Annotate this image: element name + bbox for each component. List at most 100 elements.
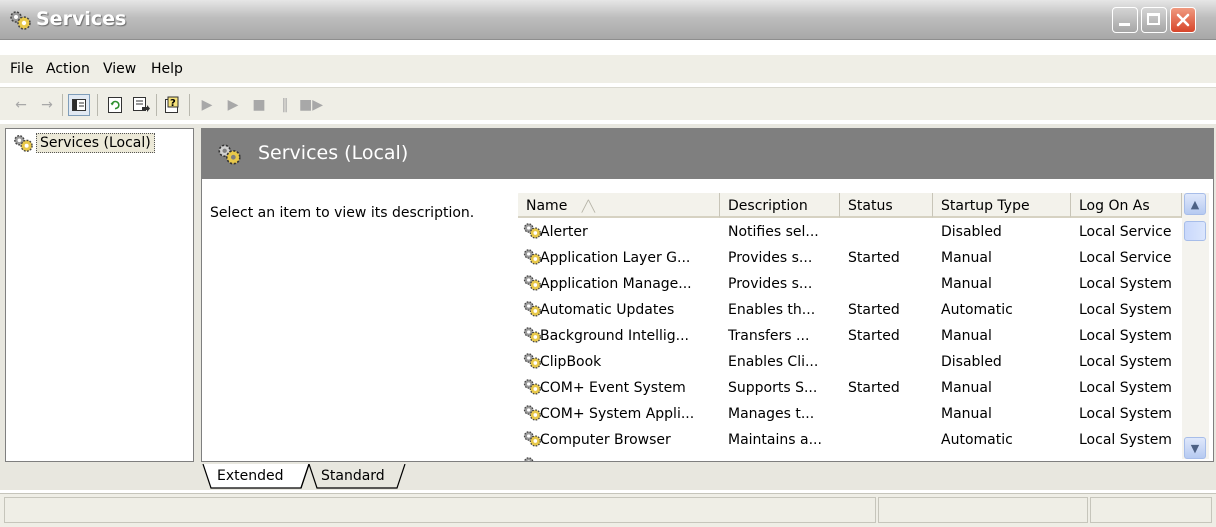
- restart-service-icon[interactable]: ■▶: [299, 94, 323, 116]
- cell-status: Started: [848, 380, 900, 396]
- window-title: Services: [36, 8, 127, 30]
- start-service-icon[interactable]: ▶: [196, 94, 218, 116]
- table-row[interactable]: COM+ System Appli... Manages t... Manual Lo…: [518, 402, 1178, 428]
- table-row[interactable]: Application Manage... Provides s... Manual…: [518, 272, 1178, 298]
- cell-startup-type: Manual: [941, 250, 992, 266]
- maximize-icon: [1147, 13, 1160, 25]
- menu-action[interactable]: Action: [46, 61, 90, 77]
- details-pane: Services (Local) Select an item to view …: [201, 128, 1214, 462]
- stop-service-icon[interactable]: ■: [248, 94, 270, 116]
- sort-ascending-icon: ╱╲: [581, 200, 596, 213]
- cell-startup-type: Manual: [941, 406, 992, 422]
- cell-log-on-as: Local System: [1079, 328, 1172, 344]
- scroll-up-icon[interactable]: ▲: [1184, 193, 1206, 215]
- status-segment: [878, 497, 1088, 523]
- services-list[interactable]: Name ╱╲ Description Status Startup Type …: [518, 185, 1212, 461]
- table-row[interactable]: Computer Browser Maintains a... Automatic L…: [518, 428, 1178, 454]
- cell-description: Provides s...: [728, 276, 813, 292]
- table-row[interactable]: Alerter Notifies sel... Disabled Local Serv…: [518, 220, 1178, 246]
- cell-name: Automatic Updates: [540, 302, 675, 318]
- column-header-description[interactable]: Description: [720, 193, 840, 218]
- description-text: Select an item to view its description.: [210, 205, 475, 221]
- start-service-alt-icon[interactable]: ▶: [222, 94, 244, 116]
- back-icon[interactable]: ←: [10, 94, 32, 116]
- table-row[interactable]: Background Intellig... Transfers ... Start…: [518, 324, 1178, 350]
- table-row[interactable]: ClipBook Enables Cli... Disabled Local Syst…: [518, 350, 1178, 376]
- cell-status: Started: [848, 328, 900, 344]
- toolbar: ← → ? ▶ ▶ ■ ‖ ■▶: [0, 87, 1216, 120]
- cell-log-on-as: Local System: [1079, 276, 1172, 292]
- tab-standard[interactable]: Standard: [321, 464, 385, 488]
- cell-startup-type: Manual: [941, 380, 992, 396]
- cell-name: Application Manage...: [540, 276, 692, 292]
- help-icon[interactable]: ?: [163, 94, 185, 116]
- table-row-partial[interactable]: [518, 454, 1178, 461]
- close-button[interactable]: [1170, 7, 1196, 33]
- cell-startup-type: Manual: [941, 328, 992, 344]
- svg-text:?: ?: [170, 98, 176, 109]
- status-segment: [4, 497, 876, 523]
- refresh-icon[interactable]: [104, 94, 126, 116]
- scroll-down-icon[interactable]: ▼: [1184, 437, 1206, 459]
- toolbar-separator: [189, 94, 190, 116]
- cell-description: Maintains a...: [728, 432, 822, 448]
- cell-description: Notifies sel...: [728, 224, 819, 240]
- maximize-button[interactable]: [1141, 7, 1167, 33]
- cell-startup-type: Disabled: [941, 354, 1002, 370]
- cell-name: ClipBook: [540, 354, 602, 370]
- pane-header: Services (Local): [202, 129, 1213, 179]
- cell-name: Background Intellig...: [540, 328, 689, 344]
- cell-name: COM+ System Appli...: [540, 406, 695, 422]
- toolbar-separator: [97, 94, 98, 116]
- cell-log-on-as: Local System: [1079, 302, 1172, 318]
- minimize-button[interactable]: [1112, 7, 1138, 33]
- services-gear-icon: [14, 135, 33, 152]
- cell-name: Alerter: [540, 224, 588, 240]
- menu-bar: File Action View Help: [0, 55, 1216, 83]
- table-row[interactable]: COM+ Event System Supports S... Started Man…: [518, 376, 1178, 402]
- cell-description: Enables Cli...: [728, 354, 819, 370]
- toolbar-separator: [156, 94, 157, 116]
- tab-extended[interactable]: Extended: [217, 464, 284, 488]
- cell-description: Transfers ...: [728, 328, 810, 344]
- tree-item-label: Services (Local): [36, 133, 155, 153]
- close-icon: [1176, 13, 1190, 27]
- title-bar[interactable]: Services: [0, 0, 1216, 40]
- service-gear-icon: [522, 351, 542, 374]
- cell-log-on-as: Local Service: [1079, 250, 1172, 266]
- cell-name: Computer Browser: [540, 432, 671, 448]
- vertical-scrollbar[interactable]: ▲ ▼: [1182, 193, 1209, 459]
- scroll-thumb[interactable]: [1184, 221, 1206, 241]
- forward-icon[interactable]: →: [36, 94, 58, 116]
- show-hide-tree-icon[interactable]: [68, 94, 90, 116]
- cell-description: Enables th...: [728, 302, 816, 318]
- service-gear-icon: [522, 429, 542, 452]
- tree-item-services-local[interactable]: Services (Local): [12, 133, 155, 153]
- table-row[interactable]: Application Layer G... Provides s... Start…: [518, 246, 1178, 272]
- column-header-startup-type[interactable]: Startup Type: [933, 193, 1071, 218]
- cell-startup-type: Automatic: [941, 302, 1013, 318]
- service-gear-icon: [522, 299, 542, 322]
- console-tree[interactable]: Services (Local): [5, 128, 194, 462]
- cell-name: COM+ Event System: [540, 380, 686, 396]
- cell-startup-type: Disabled: [941, 224, 1002, 240]
- column-header-status[interactable]: Status: [840, 193, 933, 218]
- cell-description: Manages t...: [728, 406, 815, 422]
- service-gear-icon: [522, 325, 542, 348]
- service-gear-icon: [522, 247, 542, 270]
- menu-view[interactable]: View: [103, 61, 136, 77]
- menu-help[interactable]: Help: [151, 61, 183, 77]
- pause-service-icon[interactable]: ‖: [274, 94, 296, 116]
- column-header-name[interactable]: Name ╱╲: [518, 193, 720, 218]
- cell-startup-type: Manual: [941, 276, 992, 292]
- menu-file[interactable]: File: [10, 61, 33, 77]
- column-header-log-on-as[interactable]: Log On As: [1071, 193, 1182, 218]
- services-gear-icon: [10, 11, 31, 30]
- view-tabs: Extended Standard: [201, 464, 901, 490]
- cell-log-on-as: Local Service: [1079, 224, 1172, 240]
- service-gear-icon: [522, 273, 542, 296]
- service-gear-icon: [522, 403, 542, 426]
- export-list-icon[interactable]: [130, 94, 152, 116]
- table-row[interactable]: Automatic Updates Enables th... Started Aut…: [518, 298, 1178, 324]
- column-label: Name: [526, 198, 568, 214]
